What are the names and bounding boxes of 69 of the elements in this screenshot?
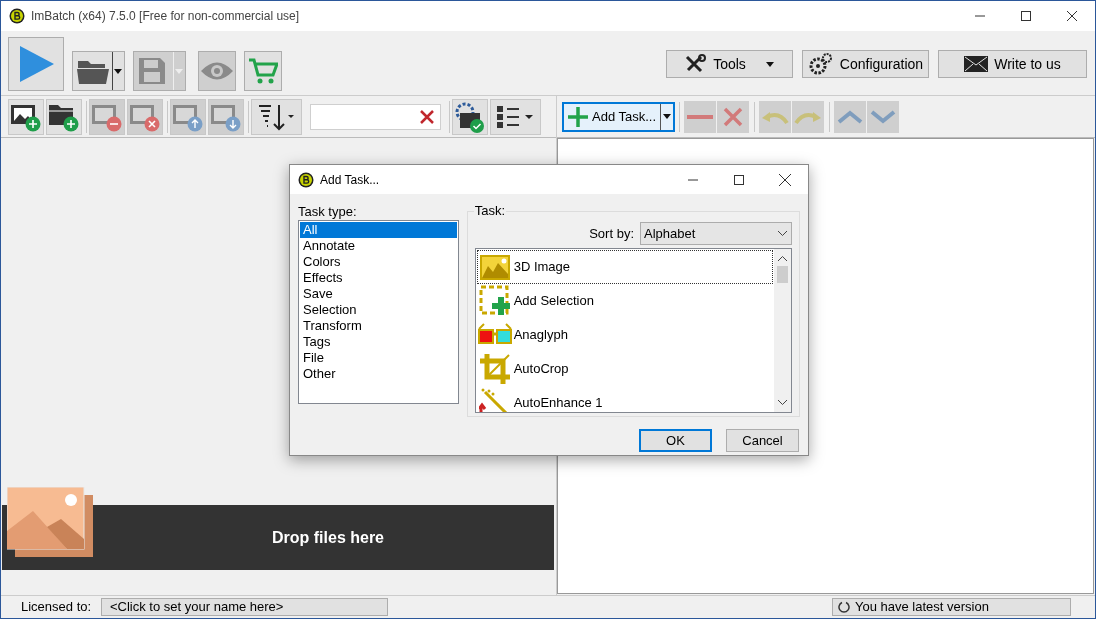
run-button[interactable]	[8, 37, 64, 91]
configuration-button[interactable]: Configuration	[802, 50, 929, 78]
scroll-down-icon[interactable]	[778, 400, 787, 405]
eye-icon	[200, 60, 234, 82]
task-type-list[interactable]: All Annotate Colors Effects Save Selection Transform Tags File Other	[298, 220, 459, 404]
plus-icon	[567, 105, 589, 128]
add-folder-button[interactable]	[46, 98, 82, 135]
name-field[interactable]: <Click to set your name here>	[101, 598, 388, 616]
app-logo-icon	[298, 171, 314, 188]
mountain-picture-icon	[477, 252, 512, 282]
task-type-label: Task type:	[298, 204, 358, 220]
tools-icon	[685, 54, 708, 74]
minus-icon	[687, 113, 713, 120]
chevron-down-icon	[870, 109, 896, 124]
buy-button[interactable]	[244, 51, 282, 91]
scrollbar[interactable]	[774, 249, 791, 412]
task-item[interactable]: 3D Image	[476, 250, 773, 284]
caret-icon	[765, 61, 774, 67]
ok-button[interactable]: OK	[639, 429, 712, 452]
open-button[interactable]	[72, 51, 125, 91]
task-type-item[interactable]: Transform	[300, 318, 457, 334]
task-type-item[interactable]: All	[300, 222, 457, 238]
crop-icon	[477, 353, 512, 385]
licensed-label: Licensed to:	[21, 598, 93, 617]
chevron-up-icon	[837, 109, 863, 124]
task-type-item[interactable]: Other	[300, 366, 457, 382]
task-item[interactable]: AutoCrop	[476, 352, 773, 386]
image-icon	[7, 487, 93, 557]
gears-icon	[807, 52, 834, 76]
cart-icon	[248, 57, 278, 85]
task-item[interactable]: AutoEnhance 1	[476, 386, 773, 412]
caret-icon	[778, 231, 787, 236]
version-status: You have latest version	[832, 598, 1071, 616]
search-field[interactable]	[310, 103, 441, 130]
drop-files-text: Drop files here	[272, 527, 384, 548]
tools-button[interactable]: Tools	[666, 50, 793, 78]
window-title: ImBatch (x64) 7.5.0 [Free for non-commercial use]	[31, 8, 300, 25]
task-type-item[interactable]: Tags	[300, 334, 457, 350]
caret-icon	[173, 52, 185, 90]
task-item[interactable]: Anaglyph	[476, 318, 773, 352]
view-list-button[interactable]	[490, 98, 541, 135]
scroll-up-icon[interactable]	[778, 256, 787, 261]
caret-icon	[112, 52, 124, 90]
task-type-item[interactable]: Effects	[300, 270, 457, 286]
sort-button[interactable]	[251, 98, 302, 135]
image-settings-icon	[454, 100, 486, 133]
envelope-icon	[964, 56, 989, 72]
dialog-title: Add Task...	[320, 171, 380, 189]
cancel-button[interactable]: Cancel	[726, 429, 799, 452]
task-type-item[interactable]: Save	[300, 286, 457, 302]
caret-icon	[660, 103, 673, 130]
image-settings-button[interactable]	[452, 98, 488, 135]
app-logo-icon	[9, 8, 25, 24]
selection-plus-icon	[477, 285, 512, 317]
task-type-item[interactable]: Selection	[300, 302, 457, 318]
x-mark-icon	[723, 106, 743, 127]
add-task-button[interactable]: Add Task...	[562, 101, 675, 132]
scroll-thumb[interactable]	[777, 266, 788, 283]
task-type-item[interactable]: File	[300, 350, 457, 366]
3d-glasses-icon	[477, 323, 512, 347]
sort-dropdown[interactable]: Alphabet	[640, 222, 792, 245]
refresh-icon	[838, 601, 850, 613]
sort-label: Sort by:	[589, 224, 634, 243]
add-image-button[interactable]	[8, 98, 44, 135]
mail-button[interactable]: Write to us	[938, 50, 1087, 78]
task-type-item[interactable]: Colors	[300, 254, 457, 270]
task-item[interactable]: Add Selection	[476, 284, 773, 318]
task-type-item[interactable]: Annotate	[300, 238, 457, 254]
clear-icon[interactable]	[420, 109, 434, 124]
